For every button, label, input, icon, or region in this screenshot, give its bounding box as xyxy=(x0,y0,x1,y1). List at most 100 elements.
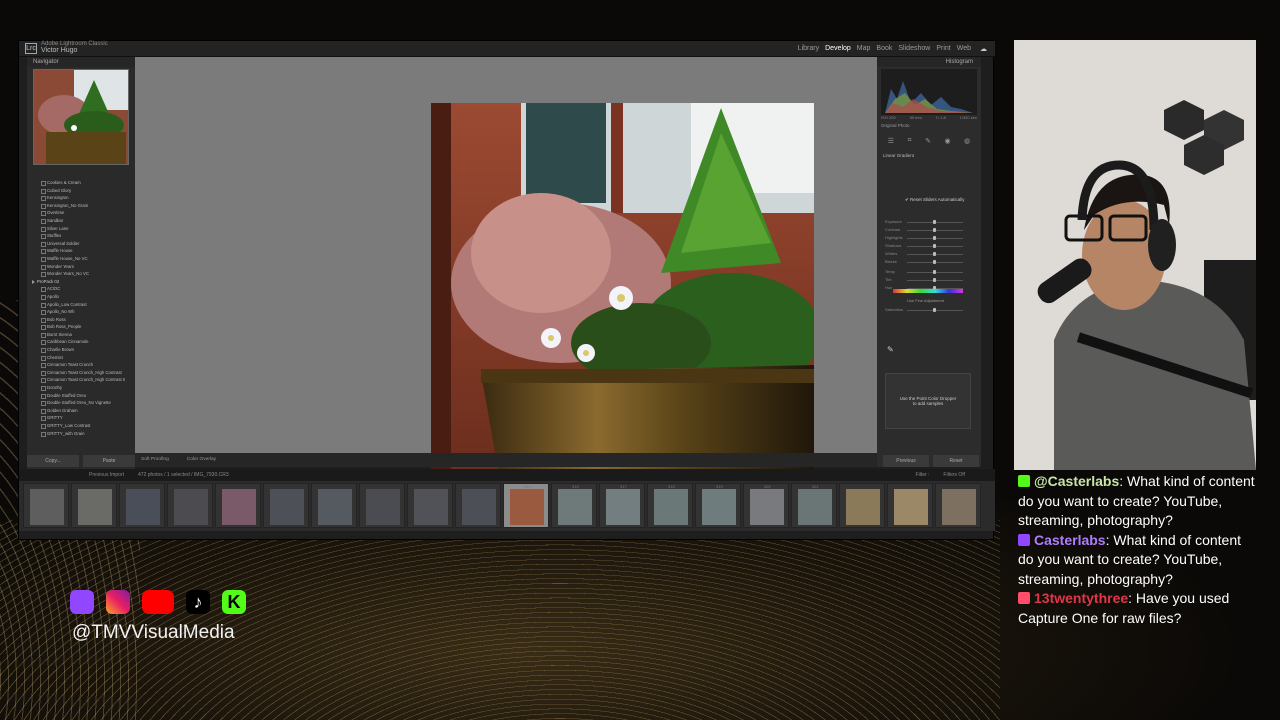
slider-knob[interactable] xyxy=(933,260,936,264)
section-title[interactable]: Linear Gradient xyxy=(883,153,914,158)
filmstrip-thumb[interactable] xyxy=(263,483,309,528)
preset-item[interactable]: Overtime xyxy=(31,209,131,217)
filmstrip-thumb[interactable]: 321 xyxy=(791,483,837,528)
navigator-header[interactable]: Navigator xyxy=(27,57,135,67)
edit-icon[interactable]: ☰ xyxy=(888,137,894,147)
reset-sliders-checkbox[interactable]: ✔ Reset Sliders Automatically xyxy=(905,197,965,203)
preset-item[interactable]: Chemist xyxy=(31,354,131,362)
slider-knob[interactable] xyxy=(933,308,936,312)
preset-item[interactable]: Kensington_No Grain xyxy=(31,202,131,210)
filmstrip-thumb[interactable]: 318 xyxy=(647,483,693,528)
filmstrip-thumb[interactable] xyxy=(935,483,981,528)
slider-highlights[interactable]: Highlights xyxy=(885,235,973,242)
preset-item[interactable]: Bob Ross xyxy=(31,316,131,324)
hue-bar[interactable] xyxy=(893,289,963,293)
slider-temp[interactable]: Temp xyxy=(885,269,973,276)
filter-select[interactable]: Filters Off xyxy=(943,469,965,481)
filmstrip-thumb[interactable]: 316 xyxy=(551,483,597,528)
crop-icon[interactable]: ⌗ xyxy=(908,137,912,147)
user-name[interactable]: Victor Hugo xyxy=(41,47,77,54)
slider-knob[interactable] xyxy=(933,220,936,224)
preset-item[interactable]: Dorothy xyxy=(31,384,131,392)
fine-adjust-checkbox[interactable]: Use Fine Adjustment xyxy=(907,298,944,303)
previous-button[interactable]: Previous xyxy=(883,455,929,467)
navigator-preview[interactable] xyxy=(33,69,129,165)
preset-item[interactable]: Silver Lane xyxy=(31,225,131,233)
overlay-mode-select[interactable]: Color Overlay xyxy=(187,453,216,467)
slider-shadows[interactable]: Shadows xyxy=(885,243,973,250)
module-print[interactable]: Print xyxy=(936,45,950,52)
preset-item[interactable]: Wonder Years_No VC xyxy=(31,270,131,278)
module-library[interactable]: Library xyxy=(798,45,819,52)
slider-knob[interactable] xyxy=(933,252,936,256)
preset-item[interactable]: GRITTY_with Grain xyxy=(31,430,131,438)
preset-item[interactable]: Cinnamon Toast Crunch_High Contrast II xyxy=(31,376,131,384)
slider-tint[interactable]: Tint xyxy=(885,277,973,284)
histogram-header[interactable]: Histogram xyxy=(877,57,981,67)
copy-button[interactable]: Copy... xyxy=(27,455,79,467)
paste-button[interactable]: Paste xyxy=(83,455,135,467)
filmstrip-thumb[interactable] xyxy=(359,483,405,528)
filmstrip-thumb[interactable] xyxy=(119,483,165,528)
filmstrip-thumb[interactable] xyxy=(71,483,117,528)
preset-item[interactable]: Waffle House xyxy=(31,247,131,255)
slider-knob[interactable] xyxy=(933,236,936,240)
slider-knob[interactable] xyxy=(933,270,936,274)
slider-knob[interactable] xyxy=(933,228,936,232)
preset-item[interactable]: Sandbar xyxy=(31,217,131,225)
filmstrip-thumb[interactable] xyxy=(167,483,213,528)
preset-item[interactable]: Bob Ross_People xyxy=(31,323,131,331)
heal-icon[interactable]: ✎ xyxy=(925,137,931,147)
slider-contrast[interactable]: Contrast xyxy=(885,227,973,234)
cloud-sync-icon[interactable]: ☁ xyxy=(980,45,987,53)
preset-item[interactable]: Apollo_No Wh xyxy=(31,308,131,316)
slider-exposure[interactable]: Exposure xyxy=(885,219,973,226)
preset-item[interactable]: GRITTY_Low Contrast xyxy=(31,422,131,430)
red-eye-icon[interactable]: ◉ xyxy=(944,137,950,147)
filmstrip-thumb[interactable] xyxy=(887,483,933,528)
preset-item[interactable]: Cinnamon Toast Crunch xyxy=(31,361,131,369)
preset-item[interactable]: Waffle House_No VC xyxy=(31,255,131,263)
module-web[interactable]: Web xyxy=(957,45,971,52)
preset-item[interactable]: Double Stuffed Oreo_No Vignette xyxy=(31,399,131,407)
preset-item[interactable]: Apollo_Low Contrast xyxy=(31,301,131,309)
original-photo-label[interactable]: Original Photo xyxy=(881,123,910,128)
filmstrip-thumb[interactable] xyxy=(23,483,69,528)
slider-blacks[interactable]: Blacks xyxy=(885,259,973,266)
module-map[interactable]: Map xyxy=(857,45,871,52)
slider-saturation[interactable]: Saturation xyxy=(885,307,973,314)
preset-item[interactable]: Kensington xyxy=(31,194,131,202)
filmstrip-thumb[interactable]: 319 xyxy=(695,483,741,528)
filmstrip-thumb[interactable] xyxy=(407,483,453,528)
mask-icon[interactable]: ◍ xyxy=(964,137,970,147)
filmstrip-thumb[interactable] xyxy=(839,483,885,528)
previous-import-label[interactable]: Previous Import xyxy=(89,469,124,481)
preset-item[interactable]: Cinnamon Toast Crunch_High Contrast xyxy=(31,369,131,377)
filmstrip-thumb[interactable]: 317 xyxy=(599,483,645,528)
preset-item[interactable]: Golden Graham xyxy=(31,407,131,415)
preset-item[interactable]: Universal Soldier xyxy=(31,240,131,248)
preset-item[interactable]: Burnt Sienna xyxy=(31,331,131,339)
preset-item[interactable]: AC/DC xyxy=(31,285,131,293)
slider-knob[interactable] xyxy=(933,244,936,248)
preset-item[interactable]: Charlie Brown xyxy=(31,346,131,354)
preset-item[interactable]: Double Stuffed Oreo xyxy=(31,392,131,400)
color-dropper-icon[interactable]: ✎ xyxy=(887,345,894,354)
preset-item[interactable]: GRITTY xyxy=(31,414,131,422)
preset-item[interactable]: Wonder Years xyxy=(31,263,131,271)
module-book[interactable]: Book xyxy=(876,45,892,52)
preset-item[interactable]: Cookies & Cream xyxy=(31,179,131,187)
filmstrip-thumb[interactable] xyxy=(455,483,501,528)
filmstrip-thumb[interactable]: 320 xyxy=(743,483,789,528)
preset-folder[interactable]: ProPack 02 xyxy=(31,278,131,286)
slider-whites[interactable]: Whites xyxy=(885,251,973,258)
filmstrip-thumb[interactable]: 315 xyxy=(503,483,549,528)
preset-item[interactable]: Caribbean Cinnamole xyxy=(31,338,131,346)
filmstrip-thumb[interactable] xyxy=(311,483,357,528)
soft-proofing-label[interactable]: Soft Proofing xyxy=(141,453,169,467)
preset-item[interactable]: Stuffles xyxy=(31,232,131,240)
reset-button[interactable]: Reset xyxy=(933,455,979,467)
preset-item[interactable]: Cubed Glory xyxy=(31,187,131,195)
point-color-box[interactable]: Use the Point Color Dropper to add sampl… xyxy=(885,373,971,429)
module-slideshow[interactable]: Slideshow xyxy=(898,45,930,52)
